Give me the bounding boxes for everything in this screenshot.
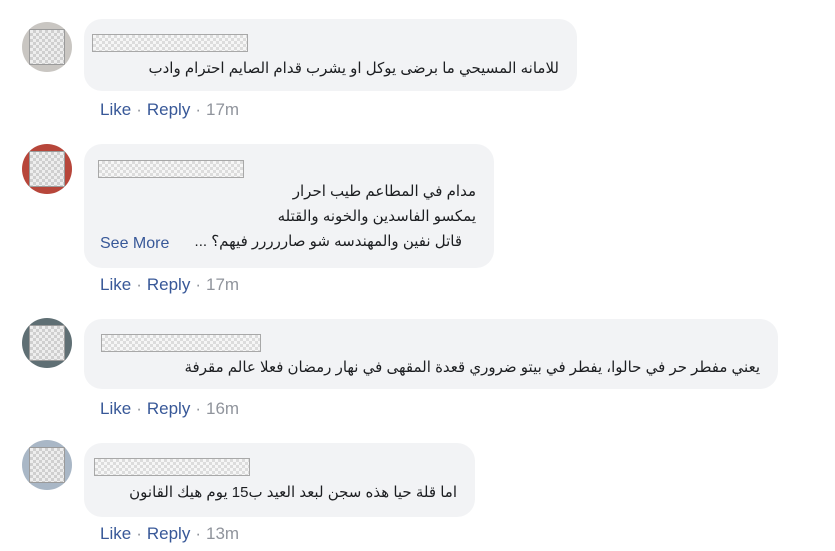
- comment-text: يعني مفطر حر في حالوا، يفطر في بيتو ضرور…: [184, 359, 761, 376]
- comment-text: يمكسو الفاسدين والخونه والقتله: [277, 208, 476, 225]
- comment-bubble: يعني مفطر حر في حالوا، يفطر في بيتو ضرور…: [84, 319, 778, 389]
- comment-text: للامانه المسيحي ما برضى يوكل او يشرب قدا…: [148, 60, 560, 77]
- avatar-redacted: [29, 325, 65, 361]
- comment-actions: Like · Reply · 17m: [100, 275, 239, 295]
- comment-timestamp[interactable]: 16m: [206, 399, 239, 418]
- like-button[interactable]: Like: [100, 275, 131, 294]
- avatar[interactable]: [22, 22, 72, 72]
- comment-text: مدام في المطاعم طيب احرار: [292, 183, 476, 200]
- reply-button[interactable]: Reply: [147, 275, 190, 294]
- avatar-redacted: [29, 447, 65, 483]
- commenter-name-redacted[interactable]: [101, 334, 261, 352]
- separator: ·: [195, 275, 201, 294]
- separator: ·: [136, 100, 142, 119]
- comment-actions: Like · Reply · 16m: [100, 399, 239, 419]
- reply-button[interactable]: Reply: [147, 100, 190, 119]
- separator: ·: [136, 275, 142, 294]
- comment-bubble: مدام في المطاعم طيب احرار يمكسو الفاسدين…: [84, 144, 494, 268]
- reply-button[interactable]: Reply: [147, 399, 190, 418]
- separator: ·: [195, 399, 201, 418]
- separator: ·: [195, 100, 201, 119]
- separator: ·: [136, 524, 142, 543]
- comment-timestamp[interactable]: 17m: [206, 100, 239, 119]
- separator: ·: [195, 524, 201, 543]
- comment-timestamp[interactable]: 17m: [206, 275, 239, 294]
- comment-text: قاتل نفين والمهندسه شو صاررررر فيهم؟ ...: [194, 233, 462, 250]
- comment-actions: Like · Reply · 13m: [100, 524, 239, 544]
- commenter-name-redacted[interactable]: [92, 34, 248, 52]
- commenter-name-redacted[interactable]: [94, 458, 250, 476]
- avatar[interactable]: [22, 318, 72, 368]
- separator: ·: [136, 399, 142, 418]
- like-button[interactable]: Like: [100, 524, 131, 543]
- comment-bubble: للامانه المسيحي ما برضى يوكل او يشرب قدا…: [84, 19, 577, 91]
- comment-text: اما قلة حيا هذه سجن لبعد العيد ب15 يوم ه…: [129, 484, 457, 501]
- see-more-link[interactable]: See More: [100, 234, 169, 254]
- avatar-redacted: [29, 29, 65, 65]
- comment-actions: Like · Reply · 17m: [100, 100, 239, 120]
- avatar[interactable]: [22, 440, 72, 490]
- reply-button[interactable]: Reply: [147, 524, 190, 543]
- avatar[interactable]: [22, 144, 72, 194]
- avatar-redacted: [29, 151, 65, 187]
- like-button[interactable]: Like: [100, 100, 131, 119]
- comment-timestamp[interactable]: 13m: [206, 524, 239, 543]
- comment-bubble: اما قلة حيا هذه سجن لبعد العيد ب15 يوم ه…: [84, 443, 475, 517]
- commenter-name-redacted[interactable]: [98, 160, 244, 178]
- like-button[interactable]: Like: [100, 399, 131, 418]
